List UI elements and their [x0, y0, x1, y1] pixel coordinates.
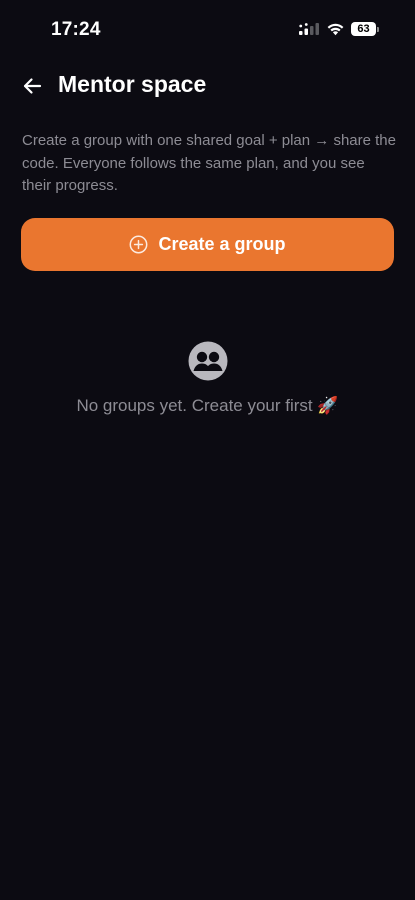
back-arrow-icon [23, 78, 42, 94]
status-bar: 17:24 63 [0, 0, 415, 62]
signal-icon [299, 23, 319, 35]
empty-state: No groups yet. Create your first 🚀 [0, 340, 415, 416]
battery-level: 63 [351, 22, 376, 36]
page-title: Mentor space [58, 71, 207, 97]
plus-circle-icon [130, 235, 148, 254]
mentor-space-screen: 17:24 63 Mentor space Create a group wit… [0, 0, 415, 900]
header: Mentor space [0, 66, 415, 106]
create-group-button[interactable]: Create a group [21, 218, 394, 271]
status-icons: 63 [299, 22, 379, 36]
description-text: Create a group with one shared goal + pl… [22, 132, 396, 194]
empty-state-text: No groups yet. Create your first 🚀 [76, 396, 339, 415]
battery-cap [377, 26, 379, 32]
wifi-icon [327, 23, 344, 36]
group-icon [188, 341, 227, 381]
status-time: 17:24 [51, 19, 101, 40]
battery-icon: 63 [351, 22, 379, 36]
create-group-label: Create a group [158, 234, 286, 254]
back-button[interactable] [20, 74, 44, 98]
